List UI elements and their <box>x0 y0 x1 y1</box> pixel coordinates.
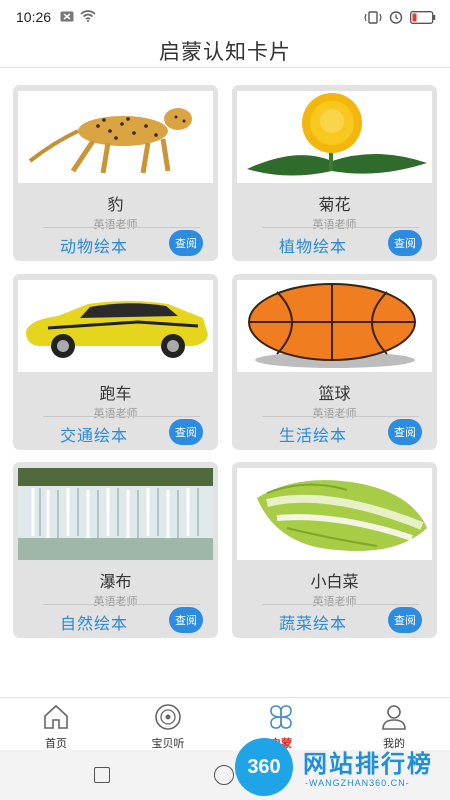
disc-icon <box>155 704 181 730</box>
page-title: 启蒙认知卡片 <box>159 41 291 64</box>
card-category: 交通绘本 <box>60 428 129 445</box>
card-title: 小白菜 <box>310 574 359 591</box>
card-title: 瀑布 <box>99 574 132 591</box>
bok-choy-image <box>237 468 432 560</box>
alarm-icon <box>389 11 403 24</box>
card-category: 自然绘本 <box>60 616 129 633</box>
card-category: 植物绘本 <box>279 239 348 256</box>
card-divider <box>262 604 419 605</box>
tab-label: 宝贝听 <box>151 738 185 750</box>
watermark-logo: 360 网站排行榜 -WANGZHAN360.CN- <box>235 738 447 798</box>
status-bar: 10:26 <box>0 0 450 34</box>
card-chrysanthemum[interactable]: 菊花 英语老师 植物绘本 查阅 <box>232 85 437 261</box>
clover-icon <box>270 705 292 729</box>
view-button[interactable]: 查阅 <box>169 419 203 445</box>
view-button[interactable]: 查阅 <box>169 607 203 633</box>
card-category: 动物绘本 <box>60 239 129 256</box>
view-button[interactable]: 查阅 <box>169 230 203 256</box>
status-time: 10:26 <box>16 9 52 25</box>
cheetah-image <box>18 91 213 183</box>
card-divider <box>43 604 200 605</box>
card-title: 菊花 <box>318 197 351 214</box>
recent-apps-button[interactable] <box>94 767 110 783</box>
card-title: 豹 <box>107 197 124 214</box>
card-bok-choy[interactable]: 小白菜 英语老师 蔬菜绘本 查阅 <box>232 462 437 638</box>
vibrate-icon <box>364 10 382 24</box>
view-button[interactable]: 查阅 <box>388 607 422 633</box>
watermark-text: 网站排行榜 <box>303 751 433 778</box>
waterfall-image <box>18 468 213 560</box>
close-box-icon <box>60 11 74 21</box>
tab-label: 首页 <box>45 738 67 750</box>
card-category: 蔬菜绘本 <box>279 616 348 633</box>
card-cheetah[interactable]: 豹 英语老师 动物绘本 查阅 <box>13 85 218 261</box>
home-button[interactable] <box>214 765 234 785</box>
tab-baby-listen[interactable]: 宝贝听 <box>112 698 224 751</box>
basketball-image <box>237 280 432 372</box>
watermark-badge: 360 <box>235 738 293 796</box>
sports-car-image <box>18 280 213 372</box>
card-title: 篮球 <box>318 386 351 403</box>
wifi-icon <box>80 10 96 22</box>
card-title: 跑车 <box>99 386 132 403</box>
title-bar: 启蒙认知卡片 <box>0 34 450 68</box>
view-button[interactable]: 查阅 <box>388 230 422 256</box>
card-divider <box>43 416 200 417</box>
card-divider <box>43 227 200 228</box>
view-button[interactable]: 查阅 <box>388 419 422 445</box>
home-icon <box>44 704 68 729</box>
card-basketball[interactable]: 篮球 英语老师 生活绘本 查阅 <box>232 274 437 450</box>
card-sports-car[interactable]: 跑车 英语老师 交通绘本 查阅 <box>13 274 218 450</box>
person-icon <box>382 705 406 730</box>
card-waterfall[interactable]: 瀑布 英语老师 自然绘本 查阅 <box>13 462 218 638</box>
card-divider <box>262 416 419 417</box>
watermark-subtext: -WANGZHAN360.CN- <box>305 778 410 788</box>
chrysanthemum-image <box>237 91 432 183</box>
tab-home[interactable]: 首页 <box>0 698 112 751</box>
card-category: 生活绘本 <box>279 428 348 445</box>
battery-low-icon <box>410 10 436 24</box>
card-divider <box>262 227 419 228</box>
